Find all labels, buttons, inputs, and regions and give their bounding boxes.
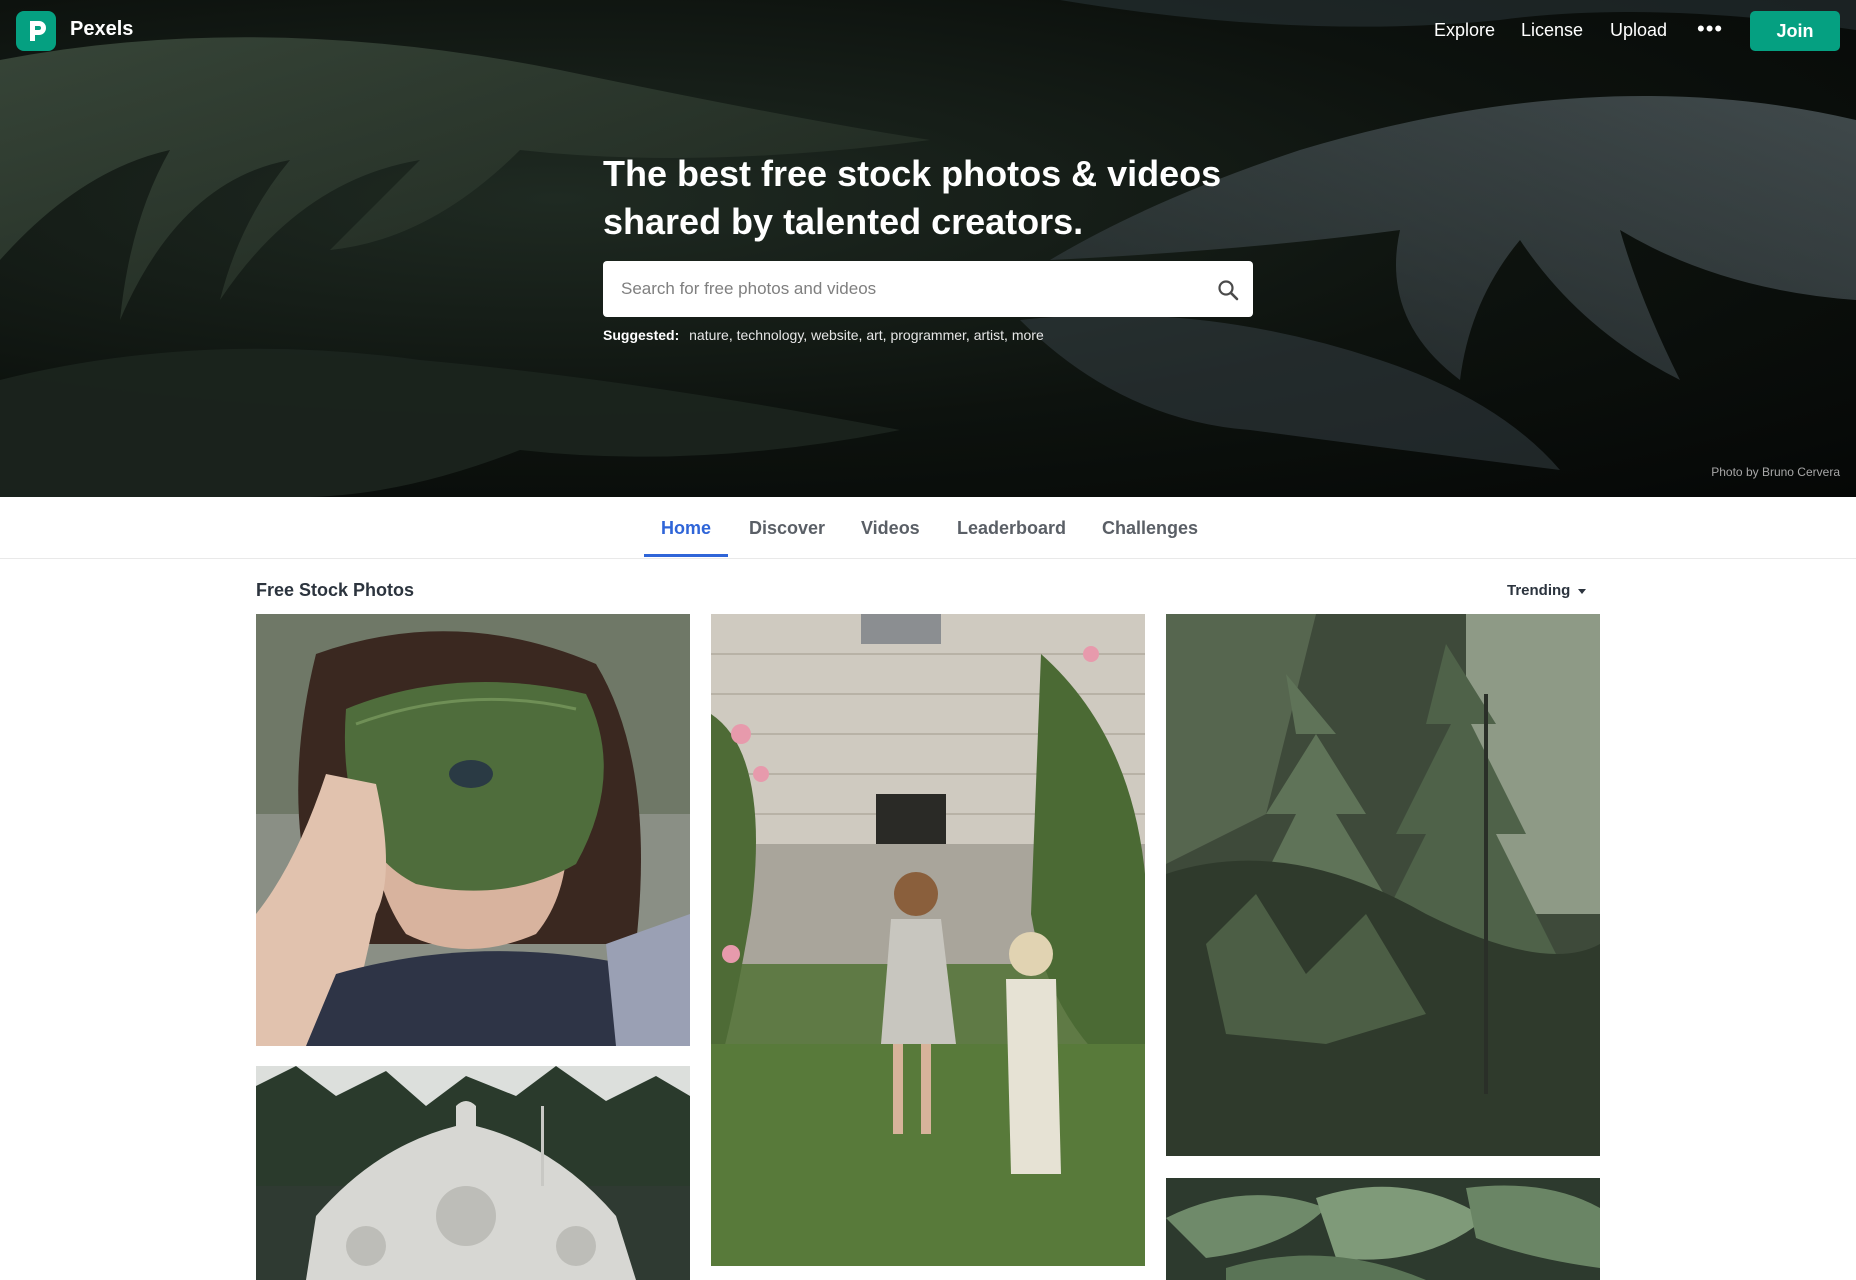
- pexels-logo-icon[interactable]: [16, 11, 56, 51]
- hero-banner: Pexels Explore License Upload ••• Join T…: [0, 0, 1856, 497]
- more-menu-icon[interactable]: •••: [1697, 18, 1723, 40]
- tab-home[interactable]: Home: [661, 518, 711, 539]
- brand-name[interactable]: Pexels: [70, 18, 133, 41]
- suggested-searches: Suggested: nature, technology, website, …: [603, 327, 1044, 343]
- search-icon[interactable]: [1217, 279, 1239, 301]
- suggested-tag-technology[interactable]: technology: [737, 327, 804, 343]
- suggested-tag-programmer[interactable]: programmer: [890, 327, 965, 343]
- top-navbar: Pexels Explore License Upload ••• Join: [0, 0, 1856, 62]
- nav-upload[interactable]: Upload: [1610, 20, 1667, 41]
- photo-card[interactable]: [1166, 614, 1600, 1156]
- sort-dropdown[interactable]: Trending: [1507, 582, 1570, 599]
- active-tab-indicator: [644, 554, 728, 557]
- photo-forest: [1166, 614, 1600, 1156]
- suggested-tag-more[interactable]: more: [1012, 327, 1044, 343]
- chevron-down-icon[interactable]: [1578, 589, 1586, 594]
- photo-card[interactable]: [1166, 1178, 1600, 1280]
- search-input[interactable]: [621, 261, 1201, 317]
- content-tabs: Home Discover Videos Leaderboard Challen…: [0, 497, 1856, 559]
- tab-challenges[interactable]: Challenges: [1102, 518, 1198, 539]
- suggested-label: Suggested:: [603, 327, 680, 343]
- nav-explore[interactable]: Explore: [1434, 20, 1495, 41]
- suggested-tag-nature[interactable]: nature: [689, 327, 729, 343]
- photo-woman-leaf: [256, 614, 690, 1046]
- hero-title: The best free stock photos & videos shar…: [603, 153, 1222, 242]
- suggested-tag-website[interactable]: website: [811, 327, 858, 343]
- hero-background-leaves: [0, 0, 1856, 497]
- suggested-tag-artist[interactable]: artist: [974, 327, 1004, 343]
- photo-card[interactable]: [256, 614, 690, 1046]
- join-button[interactable]: Join: [1750, 11, 1840, 51]
- tab-videos[interactable]: Videos: [861, 518, 920, 539]
- photo-card[interactable]: [256, 1066, 690, 1280]
- photo-credit[interactable]: Photo by Bruno Cervera: [1711, 465, 1840, 479]
- photo-green-leaves: [1166, 1178, 1600, 1280]
- suggested-tag-art[interactable]: art: [866, 327, 882, 343]
- tab-discover[interactable]: Discover: [749, 518, 825, 539]
- photo-card[interactable]: [711, 614, 1145, 1266]
- photo-children-garden: [711, 614, 1145, 1266]
- section-title: Free Stock Photos: [256, 580, 415, 600]
- tab-leaderboard[interactable]: Leaderboard: [957, 518, 1066, 539]
- photo-ornate-gate: [256, 1066, 690, 1280]
- search-bar: [603, 261, 1253, 317]
- nav-license[interactable]: License: [1521, 20, 1583, 41]
